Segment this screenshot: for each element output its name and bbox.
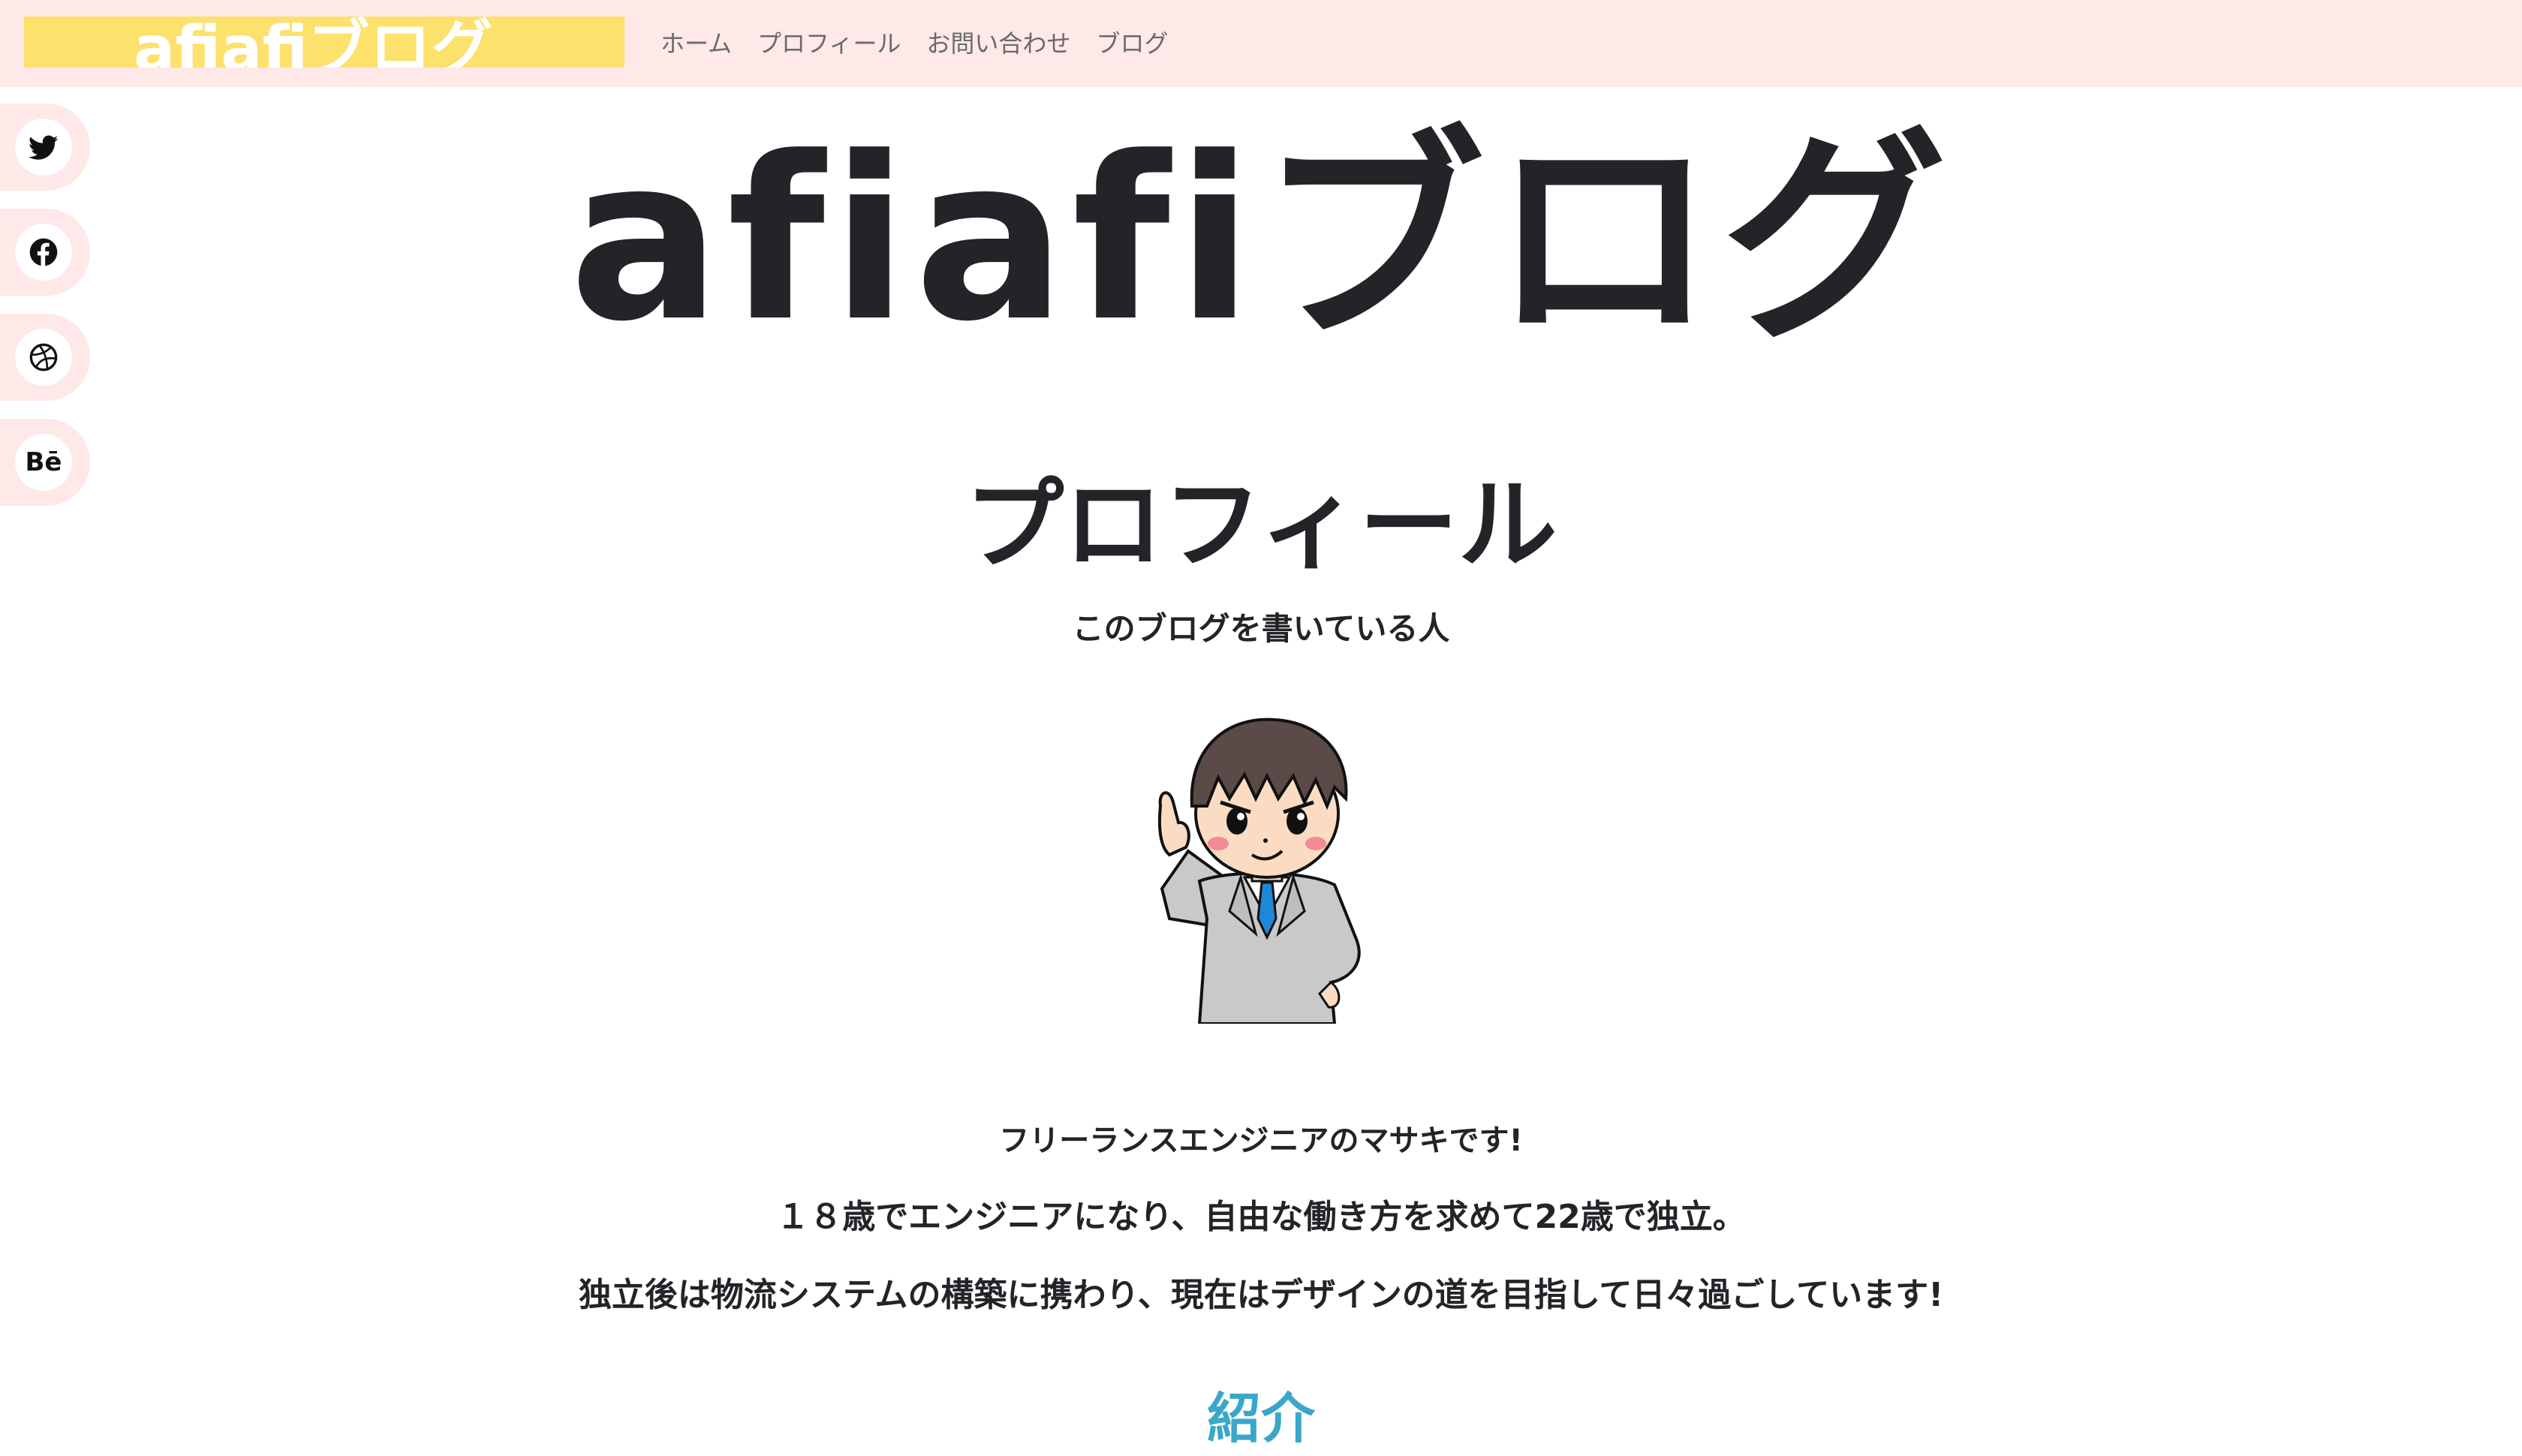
top-navigation-bar: afiafiブログ ホーム プロフィール お問い合わせ ブログ — [0, 0, 2522, 87]
profile-subheading: このブログを書いている人 — [1072, 610, 1450, 647]
profile-heading: プロフィール — [965, 468, 1557, 583]
site-logo[interactable]: afiafiブログ — [24, 17, 624, 68]
profile-intro-line-1: フリーランスエンジニアのマサキです! — [999, 1124, 1523, 1158]
nav-item-home[interactable]: ホーム — [661, 23, 732, 65]
avatar-illustration — [1157, 717, 1361, 1024]
profile-intro-line-3: 独立後は物流システムの構築に携わり、現在はデザインの道を目指して日々過ごしていま… — [578, 1276, 1944, 1314]
nav-item-profile[interactable]: プロフィール — [757, 23, 901, 65]
site-logo-text: afiafiブログ — [134, 17, 493, 68]
main-nav: ホーム プロフィール お問い合わせ ブログ — [661, 23, 1193, 65]
nav-item-blog[interactable]: ブログ — [1096, 23, 1168, 65]
next-section-heading: 紹介 — [1206, 1387, 1315, 1450]
hero-title: afiafiブログ — [569, 109, 1953, 371]
profile-intro-line-2: １８歳でエンジニアになり、自由な働き方を求めて22歳で独立。 — [776, 1198, 1746, 1236]
nav-item-contact[interactable]: お問い合わせ — [926, 23, 1070, 65]
